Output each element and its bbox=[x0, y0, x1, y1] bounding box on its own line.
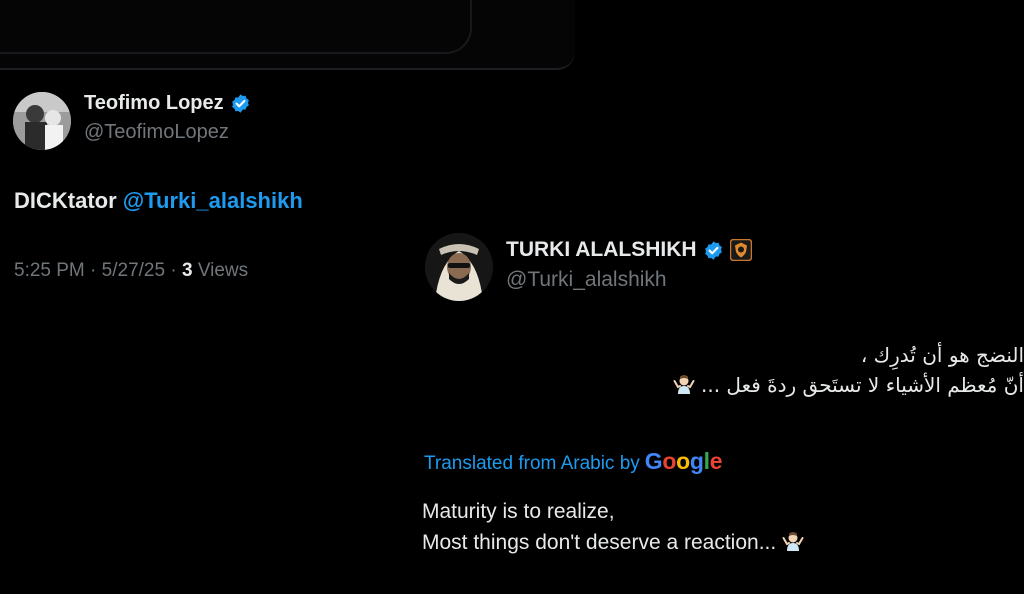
author-handle[interactable]: @TeofimoLopez bbox=[84, 121, 229, 144]
author-handle[interactable]: @Turki_alalshikh bbox=[506, 268, 667, 292]
views-count: 3 bbox=[181, 260, 193, 281]
views-label: Views bbox=[197, 260, 249, 281]
translated-text: Maturity is to realize, Most things don'… bbox=[422, 496, 804, 558]
arabic-line-1: النضج هو أن تُدرِك ، bbox=[860, 343, 1024, 367]
translation-line-2-text: Most things don't deserve a reaction... bbox=[422, 531, 777, 554]
turki-avatar[interactable] bbox=[425, 233, 493, 301]
translation-line-2: Most things don't deserve a reaction... bbox=[422, 527, 804, 558]
mention-link[interactable]: @Turki_alalshikh bbox=[123, 188, 303, 213]
original-arabic-text: النضج هو أن تُدرِك ، أنّ مُعظم الأشياء ل… bbox=[594, 340, 1024, 400]
person-shrugging-icon bbox=[782, 532, 804, 551]
tweet-text: DICKtator @Turki_alalshikh bbox=[14, 188, 303, 214]
crest-icon[interactable] bbox=[729, 239, 752, 261]
google-letter: g bbox=[689, 448, 704, 474]
google-letter: o bbox=[662, 448, 677, 474]
verified-icon bbox=[704, 240, 722, 260]
google-letter: G bbox=[644, 448, 663, 474]
arabic-line-2-text: أنّ مُعظم الأشياء لا تستَحق ردةَ فعل ... bbox=[701, 373, 1024, 397]
tweet-body-text: DICKtator bbox=[14, 188, 123, 213]
translation-line-1: Maturity is to realize, bbox=[422, 500, 615, 523]
author-name-text[interactable]: Teofimo Lopez bbox=[84, 92, 224, 115]
author-name[interactable]: TURKI ALALSHIKH bbox=[506, 238, 752, 262]
arabic-line-2: أنّ مُعظم الأشياء لا تستَحق ردةَ فعل ... bbox=[594, 370, 1024, 400]
translated-label[interactable]: Translated from Arabic by Google bbox=[424, 448, 723, 475]
teofimo-avatar[interactable] bbox=[13, 92, 71, 150]
author-name[interactable]: Teofimo Lopez bbox=[84, 92, 251, 115]
verified-icon bbox=[231, 94, 249, 113]
translated-label-text[interactable]: Translated from Arabic by bbox=[424, 453, 640, 475]
previous-tweet-edge bbox=[0, 0, 575, 70]
google-logo: Google bbox=[644, 448, 723, 475]
author-name-text[interactable]: TURKI ALALSHIKH bbox=[506, 238, 697, 262]
google-letter: e bbox=[709, 448, 723, 474]
google-letter: o bbox=[676, 448, 690, 474]
tweet-date[interactable]: 5/27/25 bbox=[102, 260, 165, 281]
meta-separator: · bbox=[90, 260, 97, 281]
meta-separator: · bbox=[170, 260, 177, 281]
tweet-time[interactable]: 5:25 PM bbox=[14, 260, 85, 281]
tweet-meta: 5:25 PM · 5/27/25 · 3 Views bbox=[14, 260, 248, 282]
person-shrugging-icon bbox=[673, 375, 695, 394]
